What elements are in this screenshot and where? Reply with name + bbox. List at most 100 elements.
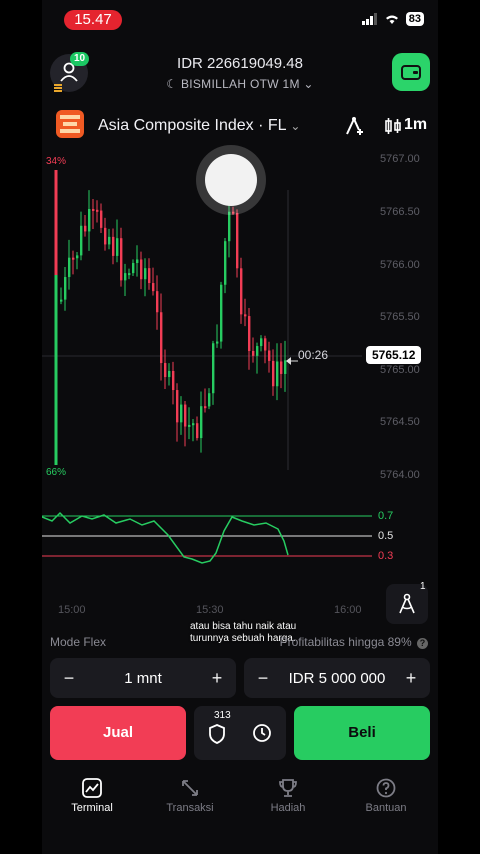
candle-body	[220, 284, 223, 342]
nav-bantuan-label: Bantuan	[365, 802, 407, 814]
candle-body	[196, 423, 199, 439]
candles-icon[interactable]	[384, 117, 402, 140]
wallet-button[interactable]	[392, 53, 430, 91]
candle-body	[84, 225, 87, 232]
shield-icon[interactable]	[208, 724, 226, 744]
candle-body	[264, 338, 267, 351]
pointer-arrow-icon	[286, 352, 298, 365]
y-tick-0: 5767.00	[380, 153, 420, 165]
candle-body	[160, 312, 163, 364]
y-tick-1: 5766.50	[380, 206, 420, 218]
osc-level-mid: 0.5	[378, 530, 394, 542]
buy-percentage: 66%	[46, 467, 67, 478]
drawing-tool-button[interactable]	[344, 115, 366, 142]
nav-bantuan[interactable]: Bantuan	[346, 778, 426, 814]
candle-body	[224, 241, 227, 285]
wifi-icon	[385, 15, 398, 24]
candle-body	[276, 361, 279, 387]
drawing-tool-icon	[346, 116, 363, 135]
candle-body	[144, 268, 147, 280]
candle-body	[176, 390, 179, 423]
candle-body	[124, 273, 127, 281]
trade-options	[194, 706, 286, 760]
candle-body	[136, 259, 139, 264]
candle-body	[208, 393, 211, 407]
candle-body	[272, 360, 275, 387]
candle-body	[140, 259, 143, 280]
duration-value[interactable]: 1 mnt	[124, 670, 162, 687]
status-icons: 83	[361, 12, 424, 26]
sell-button[interactable]: Jual	[50, 706, 186, 760]
duration-stepper: − 1 mnt +	[50, 658, 236, 698]
clock-icon[interactable]	[252, 723, 272, 743]
current-price: 5765.12	[366, 346, 422, 364]
candle-body	[172, 370, 175, 391]
sell-percentage: 34%	[46, 156, 67, 167]
candle-body	[248, 316, 251, 351]
candle-body	[156, 291, 159, 313]
shield-count: 313	[214, 710, 231, 721]
x-tick-2: 16:00	[334, 604, 362, 616]
profitability-info[interactable]: Profitabilitas hingga 89% ?	[280, 635, 428, 649]
candle-body	[200, 406, 203, 439]
app-screen: 15.47 83 10 IDR 226619049.48 ☾ BISMILLAH…	[42, 0, 438, 854]
buy-button[interactable]: Beli	[294, 706, 430, 760]
amount-decrease-button[interactable]: −	[256, 668, 270, 689]
candle-body	[236, 212, 239, 269]
y-tick-4: 5765.00	[380, 364, 420, 376]
account-selector[interactable]: ☾ BISMILLAH OTW 1M ⌄	[42, 77, 438, 91]
x-tick-1: 15:30	[196, 604, 224, 616]
candle-body	[188, 424, 191, 427]
nav-transaksi-label: Transaksi	[166, 802, 214, 814]
candle-body	[164, 363, 167, 378]
candle-body	[68, 257, 71, 278]
moon-icon: ☾	[166, 77, 181, 91]
battery-level: 83	[405, 12, 424, 26]
signal-icon	[361, 13, 377, 25]
candle-body	[252, 350, 255, 356]
candle-body	[104, 227, 107, 245]
osc-level-low: 0.3	[378, 550, 394, 562]
candle-body	[96, 209, 99, 212]
amount-value[interactable]: IDR 5 000 000	[289, 670, 386, 687]
candle-body	[60, 299, 63, 302]
account-name: BISMILLAH OTW 1M	[180, 77, 300, 91]
expiry-countdown: 00:26	[298, 348, 329, 362]
asset-selector[interactable]: Asia Composite Index · FL ⌄	[98, 117, 300, 135]
amount-increase-button[interactable]: +	[404, 668, 418, 689]
candle-body	[280, 361, 283, 374]
account-balance[interactable]: IDR 226619049.48	[42, 55, 438, 72]
candle-body	[120, 238, 123, 281]
asset-name: Asia Composite Index · FL	[98, 117, 286, 134]
candle-body	[112, 236, 115, 256]
trade-mode[interactable]: Mode Flex	[50, 635, 106, 649]
compass-icon	[399, 593, 415, 614]
nav-terminal[interactable]: Terminal	[52, 778, 132, 814]
candle-body	[80, 225, 83, 256]
candle-body	[168, 370, 171, 378]
duration-decrease-button[interactable]: −	[62, 668, 76, 689]
candle-body	[148, 268, 151, 284]
candle-body	[108, 236, 111, 245]
timeframe-selector[interactable]: 1m	[404, 116, 427, 134]
duration-increase-button[interactable]: +	[210, 668, 224, 689]
candle-body	[132, 263, 135, 274]
y-tick-2: 5766.00	[380, 259, 420, 271]
candle-body	[64, 277, 67, 300]
nav-hadiah-label: Hadiah	[270, 802, 306, 814]
candle-body	[216, 341, 219, 344]
chevron-down-icon: ⌄	[290, 119, 301, 133]
nav-transaksi[interactable]: Transaksi	[150, 778, 230, 814]
arrows-icon	[182, 780, 198, 796]
candle-body	[180, 404, 183, 423]
candle-body	[128, 273, 131, 276]
y-tick-5: 5764.50	[380, 416, 420, 428]
candle-body	[228, 211, 231, 242]
indicators-count: 1	[420, 581, 426, 592]
nav-hadiah[interactable]: Hadiah	[248, 778, 328, 814]
candle-body	[116, 238, 119, 256]
x-tick-0: 15:00	[58, 604, 86, 616]
candle-body	[192, 423, 195, 426]
asset-logo[interactable]	[56, 110, 84, 138]
touch-indicator	[196, 145, 266, 215]
